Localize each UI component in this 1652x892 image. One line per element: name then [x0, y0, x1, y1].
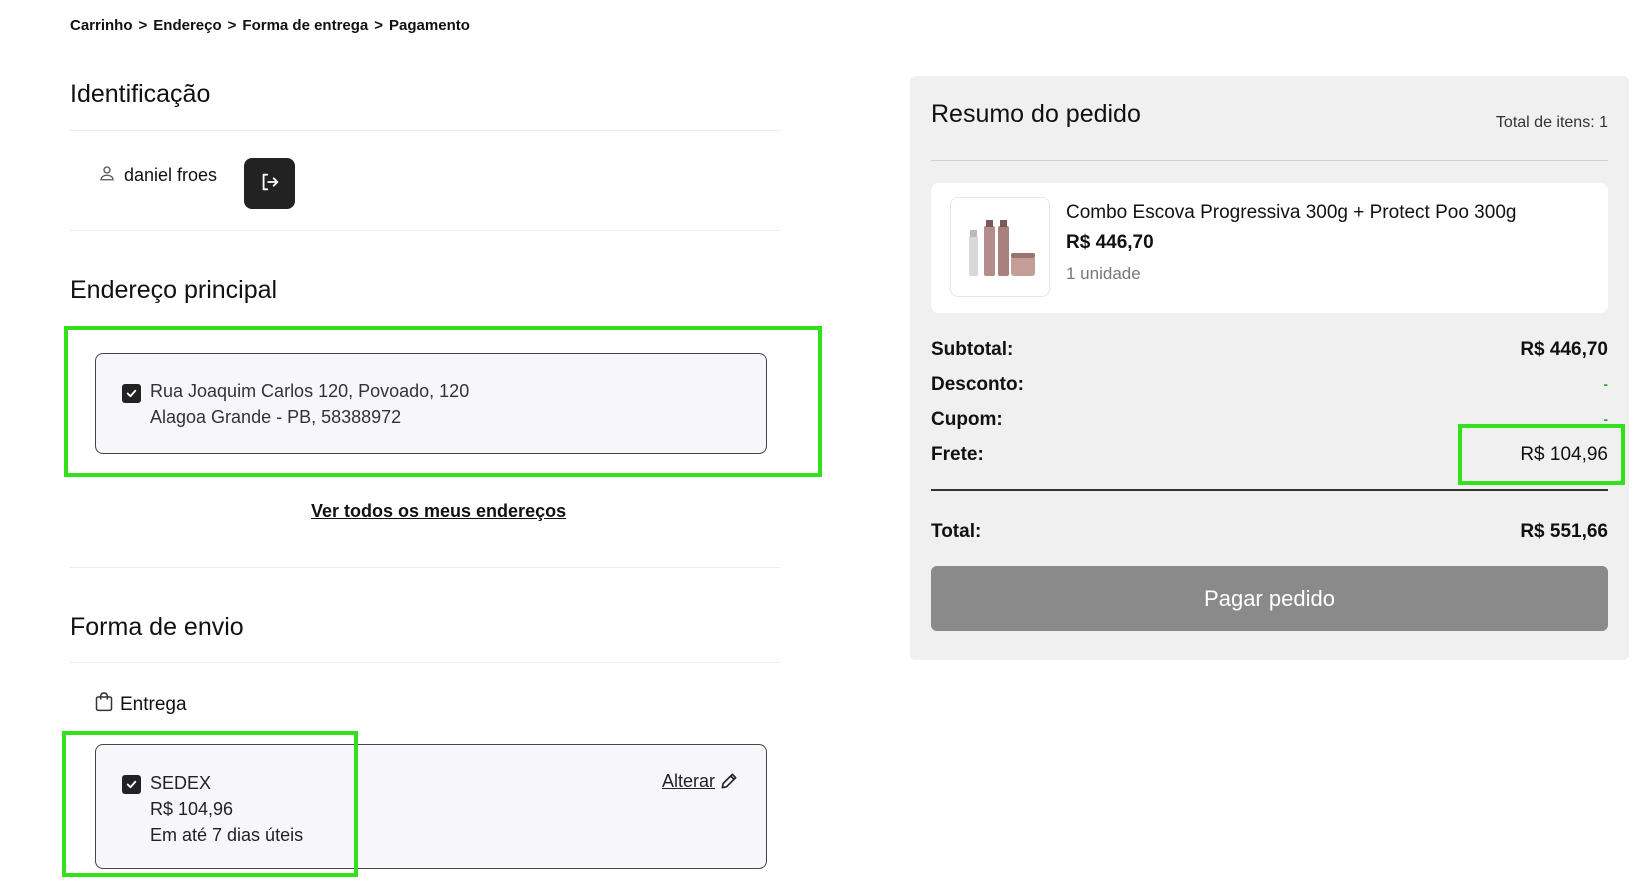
discount-value: -	[1603, 376, 1608, 392]
pencil-icon[interactable]	[719, 771, 739, 796]
see-all-addresses-link[interactable]: Ver todos os meus endereços	[311, 501, 566, 522]
shipping-title: Forma de envio	[70, 613, 244, 641]
address-highlight	[64, 326, 822, 477]
summary-title: Resumo do pedido	[931, 100, 1141, 128]
discount-label: Desconto:	[931, 374, 1024, 395]
product-name[interactable]: Combo Escova Progressiva 300g + Protect …	[1066, 202, 1516, 224]
divider	[70, 230, 780, 231]
product-thumbnail-icon	[969, 220, 1035, 276]
breadcrumb-separator: >	[138, 17, 148, 34]
delivery-method-label: Entrega	[120, 694, 187, 715]
total-value: R$ 551,66	[1520, 521, 1608, 542]
coupon-label: Cupom:	[931, 409, 1003, 430]
divider	[931, 160, 1608, 161]
breadcrumb-cart[interactable]: Carrinho	[70, 17, 133, 34]
breadcrumb-separator: >	[374, 17, 384, 34]
delivery-method: Entrega	[94, 691, 187, 719]
user-info: daniel froes	[98, 164, 217, 187]
shipping-cost-label: Frete:	[931, 444, 984, 465]
subtotal-value: R$ 446,70	[1520, 339, 1608, 360]
breadcrumb-payment[interactable]: Pagamento	[389, 17, 470, 34]
divider	[931, 489, 1608, 491]
breadcrumb-separator: >	[227, 17, 237, 34]
change-shipping-link[interactable]: Alterar	[662, 771, 715, 792]
logout-button[interactable]	[244, 158, 295, 209]
subtotal-label: Subtotal:	[931, 339, 1014, 360]
change-shipping[interactable]: Alterar	[662, 771, 739, 796]
product-price: R$ 446,70	[1066, 232, 1154, 253]
address-title: Endereço principal	[70, 276, 278, 304]
items-count: Total de itens: 1	[1495, 114, 1608, 131]
product-image	[950, 197, 1050, 297]
user-name: daniel froes	[124, 165, 218, 185]
divider	[70, 662, 780, 663]
user-icon	[98, 164, 116, 187]
breadcrumb-address[interactable]: Endereço	[153, 17, 221, 34]
divider	[70, 130, 780, 131]
total-label: Total:	[931, 521, 982, 542]
shipping-highlight	[62, 731, 358, 877]
breadcrumb: Carrinho > Endereço > Forma de entrega >…	[70, 17, 470, 34]
breadcrumb-delivery[interactable]: Forma de entrega	[242, 17, 368, 34]
pay-order-button[interactable]: Pagar pedido	[931, 566, 1608, 631]
identification-title: Identificação	[70, 80, 211, 108]
product-quantity: 1 unidade	[1066, 264, 1141, 283]
shipping-cost-highlight	[1458, 424, 1625, 485]
divider	[70, 567, 780, 568]
logout-icon	[259, 171, 281, 196]
shopping-bag-icon	[94, 691, 114, 719]
